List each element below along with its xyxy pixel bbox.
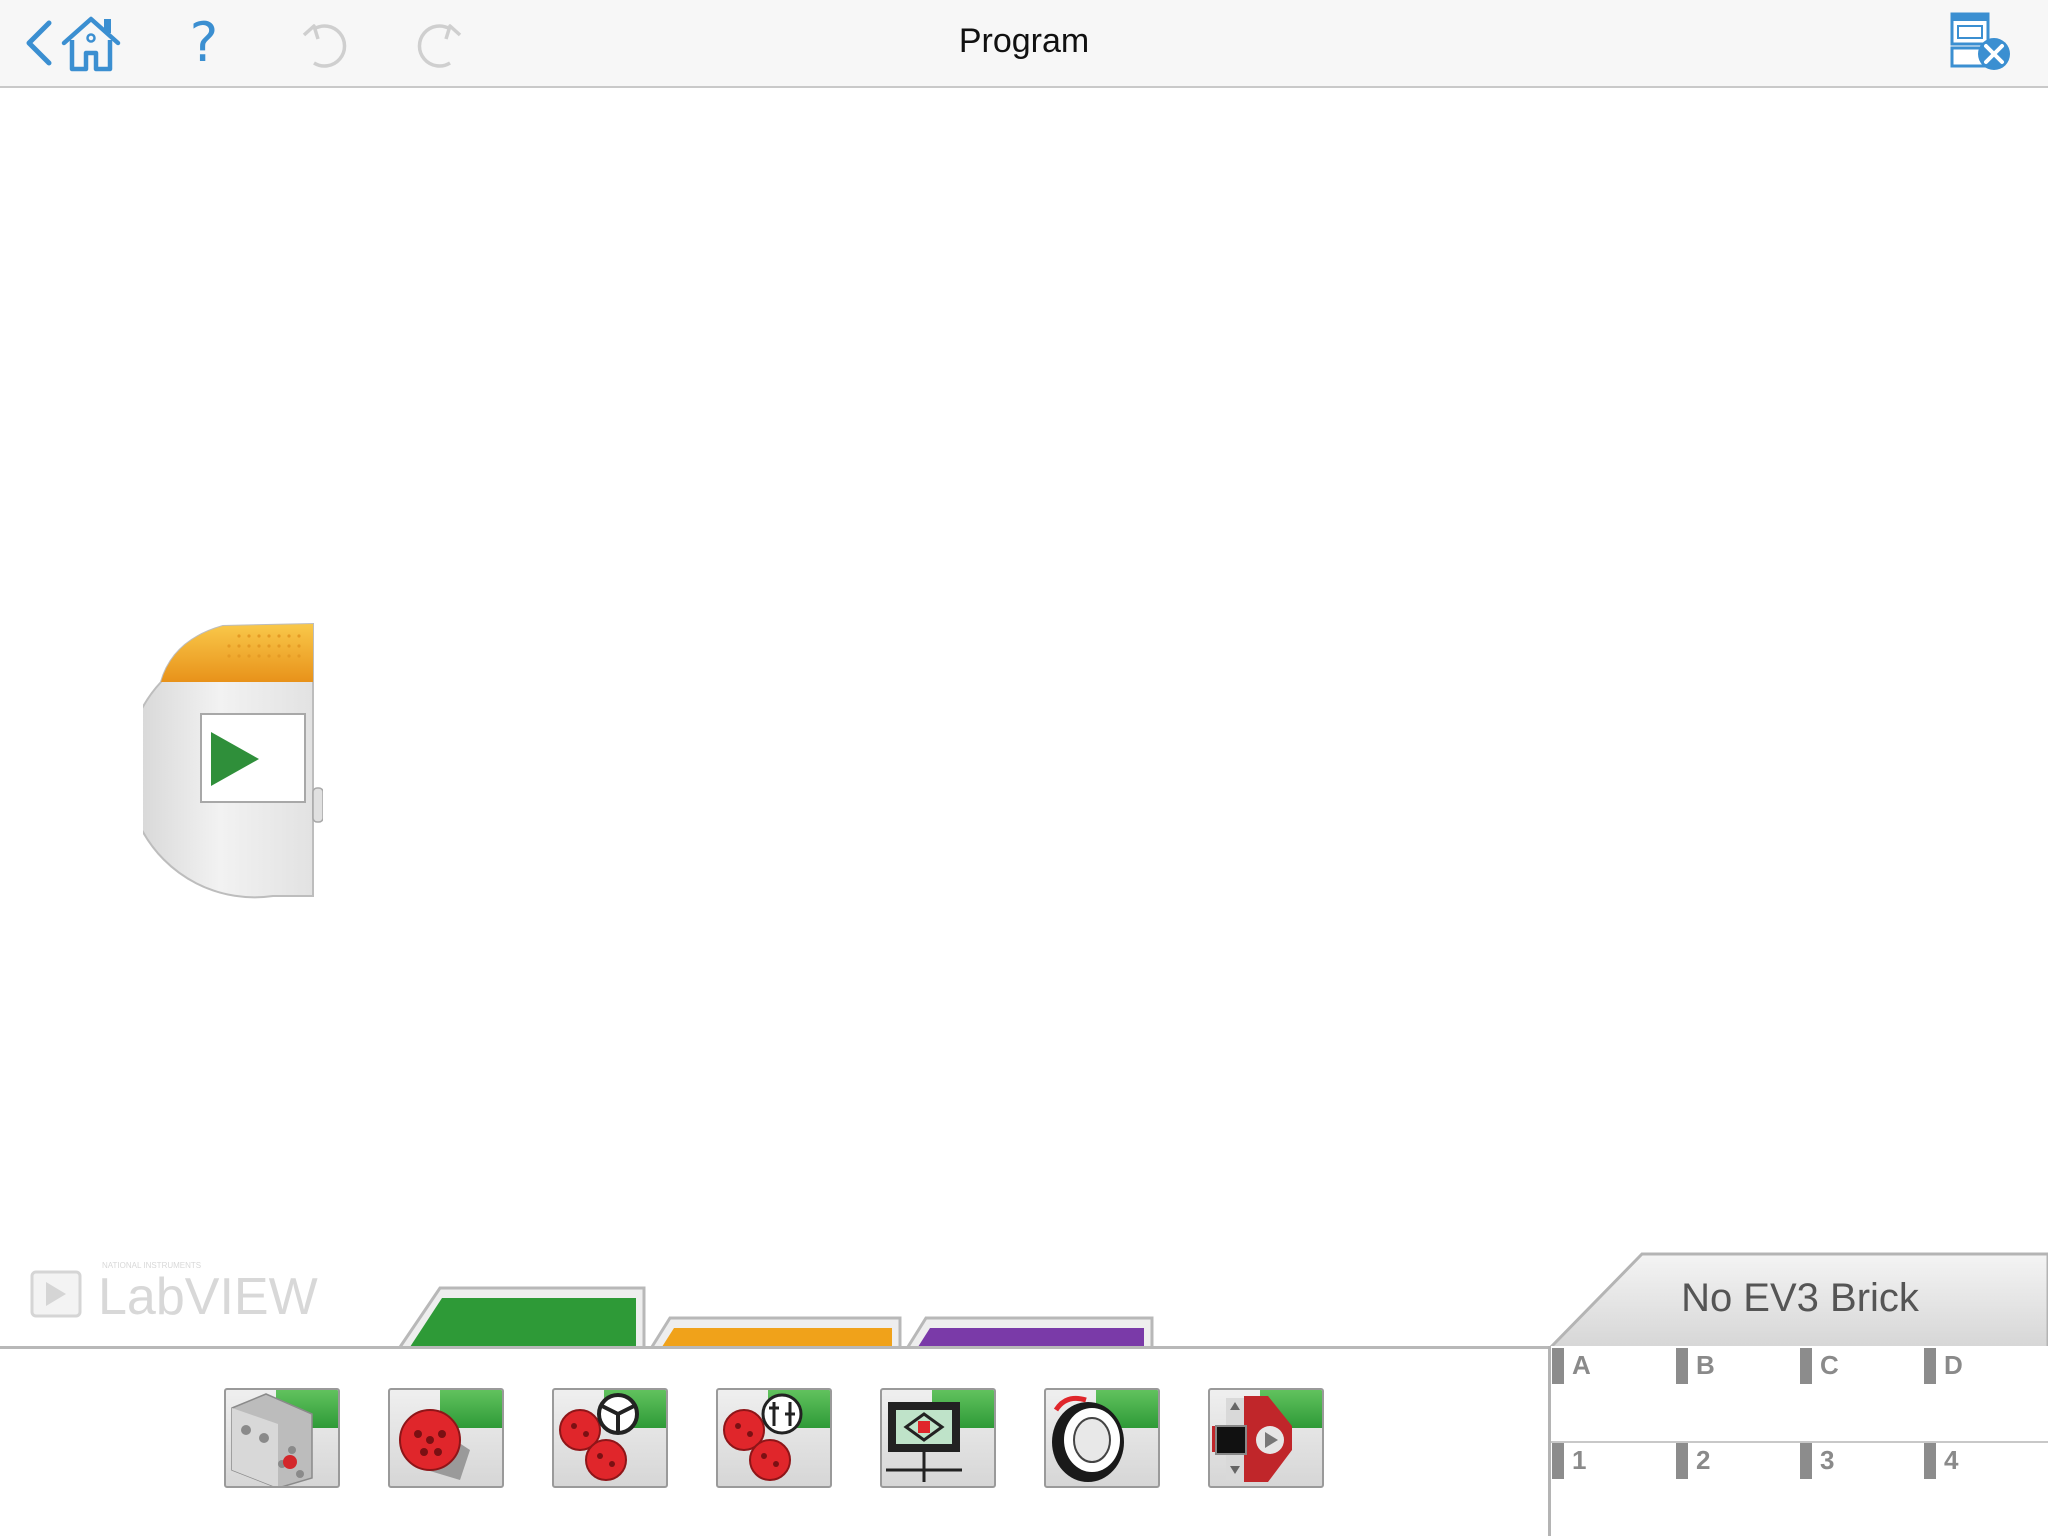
motor-port-a[interactable]: A xyxy=(1552,1348,1652,1388)
brick-status-text: No EV3 Brick xyxy=(1681,1276,1919,1320)
palette-tabs xyxy=(0,1280,1560,1352)
move-tank-icon xyxy=(723,1393,803,1481)
sound-icon xyxy=(1052,1395,1124,1482)
sensor-port-2[interactable]: 2 xyxy=(1676,1443,1776,1483)
motor-port-d[interactable]: D xyxy=(1924,1348,2024,1388)
motor-port-c[interactable]: C xyxy=(1800,1348,1900,1388)
sensor-port-4[interactable]: 4 xyxy=(1924,1443,2024,1483)
move-steering-block[interactable] xyxy=(552,1388,668,1488)
start-block[interactable] xyxy=(125,620,324,900)
brick-status-light-block[interactable] xyxy=(1208,1388,1324,1488)
large-motor-block[interactable] xyxy=(388,1388,504,1488)
move-tank-block[interactable] xyxy=(716,1388,832,1488)
tab-action-blocks[interactable] xyxy=(396,1286,646,1352)
move-steering-icon xyxy=(559,1393,639,1481)
sensor-port-1[interactable]: 1 xyxy=(1552,1443,1652,1483)
sensor-port-3[interactable]: 3 xyxy=(1800,1443,1900,1483)
brick-status-light-icon xyxy=(1212,1396,1292,1482)
display-icon xyxy=(886,1402,962,1482)
display-block[interactable] xyxy=(880,1388,996,1488)
medium-motor-icon xyxy=(231,1393,313,1486)
close-program-button[interactable] xyxy=(1944,8,2016,74)
medium-motor-block[interactable] xyxy=(224,1388,340,1488)
top-bar: ? Program xyxy=(0,0,2048,88)
close-program-icon xyxy=(1950,12,2010,70)
motor-port-b[interactable]: B xyxy=(1676,1348,1776,1388)
page-title: Program xyxy=(958,22,1090,60)
large-motor-icon xyxy=(399,1409,470,1480)
sound-block[interactable] xyxy=(1044,1388,1160,1488)
